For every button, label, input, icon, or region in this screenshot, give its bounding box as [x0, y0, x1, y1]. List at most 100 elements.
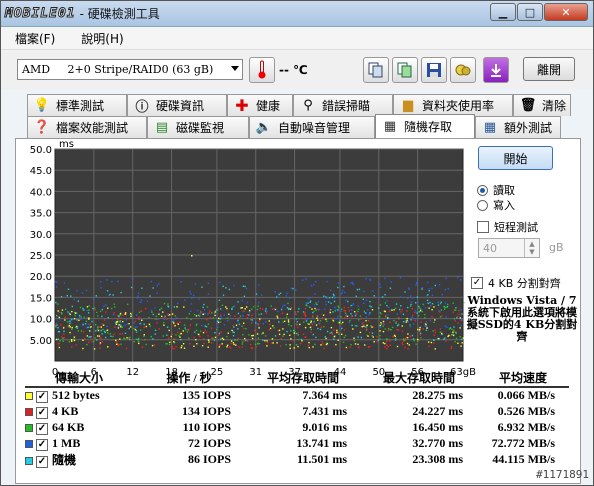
scatter-point — [167, 303, 169, 305]
checkbox-checked-icon[interactable]: ✓ — [36, 391, 48, 403]
scatter-point — [217, 322, 219, 325]
scatter-point — [447, 303, 449, 306]
scatter-point — [410, 295, 412, 297]
scatter-point — [75, 344, 77, 346]
scatter-point — [204, 312, 206, 315]
short-test-label: 短程測試 — [494, 221, 538, 234]
scatter-point — [88, 309, 90, 311]
checkbox-checked-icon[interactable]: ✓ — [36, 456, 48, 468]
scatter-point — [384, 277, 386, 280]
scatter-point — [89, 330, 91, 332]
scatter-point — [271, 308, 274, 311]
start-button[interactable]: 開始 — [478, 146, 553, 170]
scatter-point — [395, 320, 398, 323]
scatter-point — [220, 331, 222, 333]
scatter-point — [427, 281, 429, 284]
scatter-point — [88, 318, 90, 320]
scatter-point — [325, 320, 328, 322]
scatter-point — [166, 334, 168, 336]
scatter-point — [199, 335, 201, 338]
scatter-point — [190, 303, 193, 305]
scatter-point — [221, 304, 224, 306]
write-radio[interactable]: 寫入 — [477, 197, 515, 213]
scatter-point — [344, 312, 347, 314]
read-radio[interactable]: 讀取 — [477, 182, 515, 198]
scatter-point — [419, 329, 421, 331]
checkbox-checked-icon[interactable]: ✓ — [36, 406, 48, 419]
scatter-point — [305, 320, 308, 322]
checkbox-checked-icon[interactable]: ✓ — [36, 422, 48, 435]
scatter-point — [368, 314, 370, 316]
scatter-point — [273, 307, 275, 310]
scatter-point — [98, 335, 101, 337]
align-checkbox[interactable]: ✓ 4 KB 分割對齊 — [471, 275, 561, 291]
scatter-point — [218, 299, 221, 301]
scatter-point — [405, 321, 407, 323]
scatter-point — [195, 324, 197, 327]
scatter-point — [64, 308, 67, 310]
scatter-point — [428, 307, 430, 309]
row-size-cell[interactable]: ✓ 512 bytes — [25, 387, 133, 403]
scatter-point — [459, 336, 461, 338]
short-test-checkbox[interactable]: 短程測試 — [477, 219, 538, 235]
row-avg: 9.016 ms — [302, 419, 347, 434]
scatter-point — [206, 306, 209, 308]
scatter-point — [389, 287, 392, 289]
scatter-point — [337, 331, 339, 334]
stepper-arrows-icon[interactable]: ▲ ▼ — [524, 239, 539, 257]
scatter-point — [85, 289, 88, 292]
scatter-point — [289, 308, 292, 310]
scatter-point — [99, 343, 101, 346]
scatter-point — [55, 301, 57, 304]
scatter-point — [255, 346, 257, 348]
scatter-point — [254, 343, 257, 346]
scatter-point — [316, 303, 318, 306]
row-size-cell[interactable]: ✓ 64 KB — [25, 419, 133, 435]
scatter-point — [384, 315, 387, 317]
row-size-cell[interactable]: ✓ 4 KB — [25, 403, 133, 419]
scatter-point — [226, 335, 228, 338]
scatter-point — [395, 303, 398, 305]
scatter-point — [268, 320, 270, 322]
scatter-point — [386, 300, 388, 302]
scatter-point — [237, 301, 239, 303]
scatter-point — [425, 329, 428, 331]
scatter-point — [386, 304, 388, 307]
scatter-point — [288, 323, 290, 326]
scatter-point — [251, 308, 253, 310]
row-size-cell[interactable]: ✓ 隨機 — [25, 451, 133, 468]
scatter-point — [243, 310, 245, 312]
scatter-point — [231, 329, 233, 332]
col-max-access: 最大存取時間 — [361, 369, 477, 388]
scatter-point — [240, 307, 242, 309]
scatter-point — [146, 300, 149, 302]
size-unit: gB — [549, 241, 564, 254]
scatter-point — [411, 316, 413, 318]
scatter-point — [356, 325, 358, 327]
scatter-point — [55, 322, 57, 324]
scatter-point — [289, 344, 291, 346]
scatter-point — [321, 341, 324, 344]
scatter-point — [335, 308, 337, 310]
scatter-point — [245, 328, 247, 330]
scatter-point — [420, 321, 422, 323]
row-size-cell[interactable]: ✓ 1 MB — [25, 435, 133, 451]
scatter-point — [266, 341, 269, 344]
scatter-point — [64, 316, 66, 318]
radio-dot — [477, 199, 488, 211]
scatter-point — [217, 308, 219, 310]
scatter-point — [445, 316, 447, 318]
scatter-point — [296, 318, 298, 320]
scatter-point — [294, 330, 296, 333]
scatter-point — [207, 282, 209, 284]
scatter-point — [166, 326, 169, 328]
scatter-point — [453, 318, 456, 320]
checkbox-checked-icon[interactable]: ✓ — [36, 438, 48, 451]
scatter-point — [402, 313, 405, 315]
scatter-point — [202, 306, 204, 309]
scatter-point — [456, 317, 458, 319]
scatter-point — [226, 344, 229, 346]
row-size: 隨機 — [52, 453, 77, 467]
scatter-point — [78, 319, 80, 321]
scatter-point — [386, 344, 388, 346]
